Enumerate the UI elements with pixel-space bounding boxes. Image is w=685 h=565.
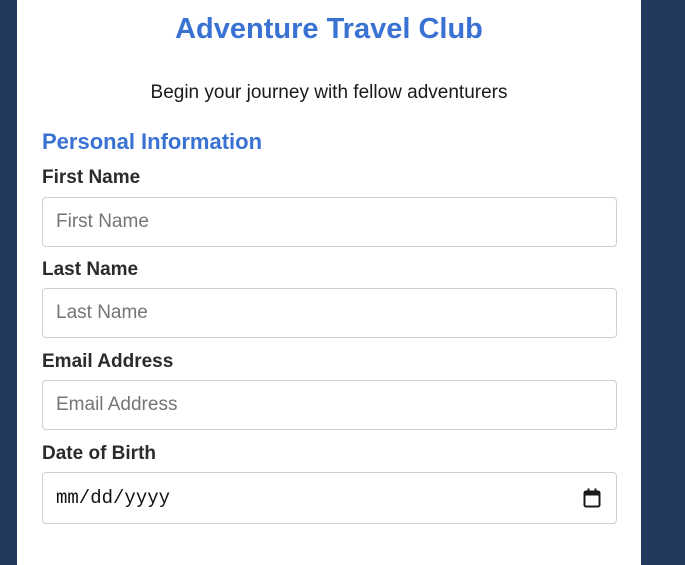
first-name-input[interactable] — [42, 197, 617, 247]
email-label: Email Address — [42, 351, 174, 372]
page-subtitle: Begin your journey with fellow adventure… — [150, 82, 508, 103]
first-name-label: First Name — [42, 167, 141, 188]
section-heading-personal-information: Personal Information — [42, 129, 263, 154]
date-of-birth-input[interactable]: mm/dd/yyyy — [42, 472, 617, 524]
date-of-birth-label: Date of Birth — [42, 443, 156, 464]
last-name-input[interactable] — [42, 288, 617, 338]
registration-card: Adventure Travel Club Begin your journey… — [17, 0, 641, 565]
last-name-label: Last Name — [42, 259, 139, 280]
calendar-icon[interactable] — [583, 488, 601, 508]
page-title: Adventure Travel Club — [175, 13, 483, 45]
date-format-text: mm/dd/yyyy — [56, 487, 171, 509]
email-input[interactable] — [42, 380, 617, 430]
